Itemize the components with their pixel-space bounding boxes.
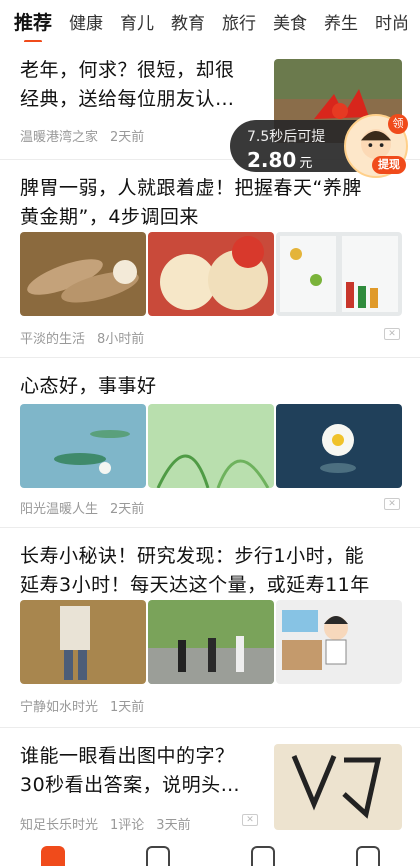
- close-icon[interactable]: ✕: [384, 498, 400, 510]
- article-card[interactable]: 心态好，事事好 阳光温暖人生 2天前 ✕: [0, 358, 420, 528]
- article-time: 2天前: [110, 502, 145, 517]
- article-author: 宁静如水时光: [20, 700, 99, 715]
- article-author: 平淡的生活: [20, 332, 86, 347]
- article-image-grass: [148, 404, 274, 488]
- tab-fashion[interactable]: 时尚: [375, 9, 409, 34]
- article-image-walker: [20, 600, 146, 684]
- home-icon[interactable]: [40, 846, 65, 866]
- article-author: 阳光温暖人生: [20, 502, 99, 517]
- tab-health[interactable]: 健康: [69, 9, 103, 34]
- article-author: 知足长乐时光: [20, 818, 99, 833]
- article-time: 8小时前: [97, 332, 145, 347]
- article-title: 长寿小秘诀！研究发现：步行1小时，能 延寿3小时！每天达这个量，或延寿11年: [20, 545, 370, 596]
- article-thumbnail-puzzle: [274, 744, 402, 830]
- tab-wellness[interactable]: 养生: [324, 9, 358, 34]
- article-image-office: [276, 600, 402, 684]
- article-image-fridge: [276, 232, 402, 316]
- tab-travel[interactable]: 旅行: [222, 9, 256, 34]
- article-meta: 平淡的生活 8小时前: [20, 328, 144, 347]
- tab-recommend[interactable]: 推荐: [14, 8, 52, 42]
- article-meta: 知足长乐时光 1评论 3天前: [20, 814, 191, 833]
- article-comments: 1评论: [110, 818, 145, 833]
- article-meta: 宁静如水时光 1天前: [20, 696, 144, 715]
- article-time: 3天前: [156, 818, 191, 833]
- article-meta: 温暖港湾之家 2天前: [20, 126, 144, 145]
- article-time: 2天前: [110, 130, 145, 145]
- task-icon[interactable]: [250, 846, 275, 866]
- tab-parenting[interactable]: 育儿: [120, 9, 154, 34]
- article-image-apple: [148, 232, 274, 316]
- close-icon[interactable]: ✕: [384, 328, 400, 340]
- video-icon[interactable]: [145, 846, 170, 866]
- profile-icon[interactable]: [355, 846, 380, 866]
- article-time: 1天前: [110, 700, 145, 715]
- article-meta: 阳光温暖人生 2天前: [20, 498, 144, 517]
- article-card[interactable]: 长寿小秘诀！研究发现：步行1小时，能 延寿3小时！每天达这个量，或延寿11年 宁…: [0, 528, 420, 728]
- tab-education[interactable]: 教育: [171, 9, 205, 34]
- article-image-lilypads: [20, 404, 146, 488]
- article-title: 谁能一眼看出图中的字？ 30秒看出答案，说明头…: [20, 745, 241, 796]
- bottom-navigation: [0, 846, 420, 866]
- reward-badge: 领: [388, 114, 408, 134]
- close-icon[interactable]: ✕: [242, 814, 258, 826]
- article-card[interactable]: 脾胃一弱，人就跟着虚！把握春天“养脾 黄金期”，4步调回来 平淡的生活 8小时前…: [0, 160, 420, 358]
- article-title: 脾胃一弱，人就跟着虚！把握春天“养脾 黄金期”，4步调回来: [20, 177, 362, 228]
- article-author: 温暖港湾之家: [20, 130, 99, 145]
- article-image-daisy: [276, 404, 402, 488]
- category-tabs: 推荐 健康 育儿 教育 旅行 美食 养生 时尚: [0, 0, 420, 42]
- article-card[interactable]: 谁能一眼看出图中的字？ 30秒看出答案，说明头… 知足长乐时光 1评论 3天前 …: [0, 728, 420, 846]
- article-image-park: [148, 600, 274, 684]
- article-image-yam: [20, 232, 146, 316]
- tab-food[interactable]: 美食: [273, 9, 307, 34]
- article-title: 心态好，事事好: [20, 375, 157, 397]
- article-title: 老年，何求？很短，却很 经典，送给每位朋友认…: [20, 59, 235, 110]
